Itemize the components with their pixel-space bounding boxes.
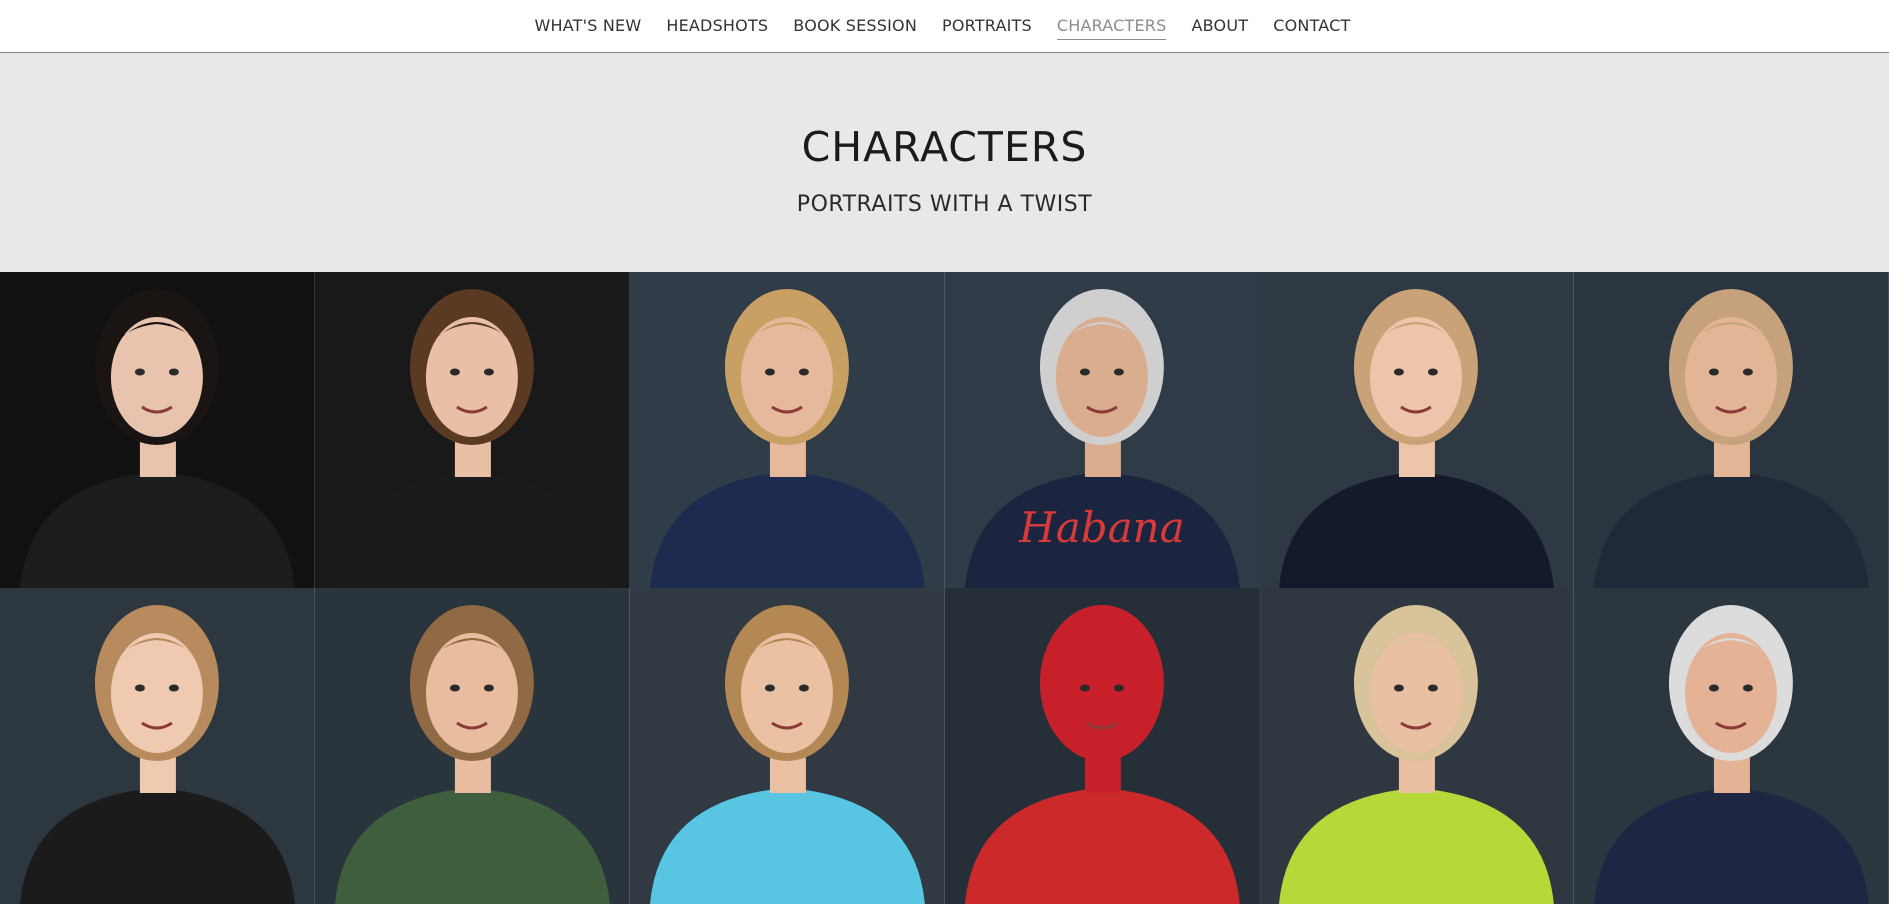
- top-navigation: WHAT'S NEW HEADSHOTS BOOK SESSION PORTRAITS…: [0, 0, 1889, 53]
- portrait-tile[interactable]: [629, 588, 945, 904]
- portrait-tile[interactable]: [1259, 272, 1575, 588]
- portrait-tile[interactable]: [314, 272, 630, 588]
- portrait-image: [0, 588, 315, 904]
- portrait-image: [314, 272, 630, 588]
- nav-item-about[interactable]: ABOUT: [1179, 15, 1261, 37]
- nav-item-label: CONTACT: [1273, 16, 1351, 35]
- nav-item-label: ABOUT: [1191, 16, 1249, 35]
- nav-item-what-s-new[interactable]: WHAT'S NEW: [522, 15, 654, 37]
- portrait-image: Habana: [944, 272, 1260, 588]
- portrait-image: [1574, 588, 1889, 904]
- portrait-image: [1574, 272, 1889, 588]
- nav-item-label: WHAT'S NEW: [534, 16, 642, 35]
- nav-item-contact[interactable]: CONTACT: [1261, 15, 1363, 37]
- portrait-tile[interactable]: [944, 588, 1260, 904]
- portrait-tile[interactable]: [1259, 588, 1575, 904]
- nav-item-label: PORTRAITS: [942, 16, 1032, 35]
- nav-item-portraits[interactable]: PORTRAITS: [930, 15, 1045, 37]
- page-title: CHARACTERS: [801, 123, 1088, 171]
- nav-item-label: HEADSHOTS: [666, 16, 769, 35]
- nav-item-label: BOOK SESSION: [793, 16, 918, 35]
- portrait-image: [944, 588, 1260, 904]
- nav-item-book-session[interactable]: BOOK SESSION: [781, 15, 930, 37]
- portrait-image: [629, 272, 945, 588]
- nav-item-headshots[interactable]: HEADSHOTS: [654, 15, 781, 37]
- nav-item-characters[interactable]: CHARACTERS: [1044, 15, 1179, 40]
- portrait-tile[interactable]: [0, 272, 315, 588]
- portrait-image: [629, 588, 945, 904]
- portrait-tile[interactable]: [314, 588, 630, 904]
- nav-item-label: CHARACTERS: [1056, 16, 1167, 40]
- portrait-image: [0, 272, 315, 588]
- portrait-image: [1259, 588, 1575, 904]
- portrait-image: [1259, 272, 1575, 588]
- portrait-tile[interactable]: [1574, 272, 1889, 588]
- page-hero: CHARACTERS PORTRAITS WITH A TWIST: [0, 53, 1889, 272]
- portrait-image: [314, 588, 630, 904]
- portrait-gallery: Habana: [0, 272, 1889, 904]
- portrait-tile[interactable]: [0, 588, 315, 904]
- nav-list: WHAT'S NEW HEADSHOTS BOOK SESSION PORTRAITS…: [522, 15, 1363, 40]
- portrait-tile[interactable]: Habana: [944, 272, 1260, 588]
- page-subtitle: PORTRAITS WITH A TWIST: [796, 192, 1093, 217]
- shirt-print-text: Habana: [1018, 503, 1185, 552]
- portrait-tile[interactable]: [629, 272, 945, 588]
- portrait-tile[interactable]: [1574, 588, 1889, 904]
